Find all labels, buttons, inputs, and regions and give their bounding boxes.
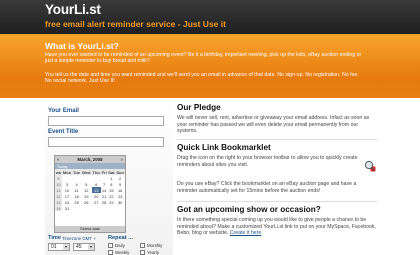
chevron-down-icon: ▾ [88,244,94,250]
intro-title: What is YourLi.st? [45,41,119,51]
repeat-weekly-label: Weekly [115,250,130,255]
hour-value: 01 [51,244,57,250]
intro-paragraph-1: Have you ever wanted to be reminded of a… [45,52,362,65]
calendar-weekday-4: Thu [91,169,101,175]
calendar-day [92,205,101,211]
repeat-daily-label: Daily [115,243,125,248]
calendar-day [72,205,81,211]
repeat-monthly-checkbox[interactable] [140,243,145,248]
calendar-grid: wk Mon Tue Wed Thu Fri Sat Sun 9 1 2 10 3 4 5 6 7 8 9 11 10… [55,169,125,211]
calendar-weekday-5: Fri [100,169,108,175]
calendar-weekday-0: wk [55,169,62,175]
intro-paragraph-2: You tell us the date and time you want r… [45,72,359,85]
calendar-header: « March, 2008 » [55,156,125,163]
repeat-yearly-label: Yearly [147,250,160,255]
bookmarklet-heading: Quick Link Bookmarklet [177,143,271,152]
calendar-week-number: 12 [55,193,62,199]
bookmarklet-text-1: Drag the icon on the right to your brows… [177,155,358,168]
calendar-weekday-7: Sun [115,169,125,175]
calendar-day [81,205,92,211]
calendar-week-number: 14 [55,205,62,211]
calendar-week-number: 13 [55,199,62,205]
section-divider [177,139,377,140]
site-logo[interactable]: YourLi.st [45,2,101,17]
repeat-daily-checkbox[interactable] [108,243,113,248]
minute-select[interactable]: 45 ▾ [73,243,95,251]
email-field[interactable] [48,116,164,126]
calendar-day [107,205,115,211]
calendar-prev-button[interactable]: « [57,157,59,162]
chevron-down-icon: ▾ [63,244,69,250]
calendar-weekday-3: Wed [80,169,92,175]
section-divider [177,201,377,202]
show-text: In there something special coming up you… [177,217,377,237]
show-heading: Got an upcoming show or occasion? [177,205,321,214]
calendar-weekday-6: Sat [107,169,116,175]
time-label: Time [48,235,61,241]
calendar-footer: Select date [55,226,125,232]
date-picker-calendar[interactable]: « March, 2008 » Today wk Mon Tue Wed Thu Fri S… [54,155,126,233]
calendar-day [115,205,125,211]
calendar-day[interactable]: 31 [62,205,72,211]
repeat-monthly-label: Monthly [147,243,163,248]
calendar-next-button[interactable]: » [121,157,123,162]
create-it-here-link[interactable]: Create it here [230,230,261,236]
repeat-yearly-checkbox[interactable] [140,250,145,255]
calendar-days: 9 1 2 10 3 4 5 6 7 8 9 11 10 11 12 13 14 15 16 12 17 18 19 20 21… [55,175,125,211]
minute-value: 45 [76,244,82,250]
show-text-body: In there something special coming up you… [177,217,376,237]
calendar-month: March, 2008 [77,157,103,162]
bookmarklet-text-2: Do you use eBay? Click the bookmarklet o… [177,181,357,194]
event-title-label: Event Title [48,129,79,135]
calendar-weekday-1: Mon [61,169,73,175]
event-title-field[interactable] [48,137,164,147]
repeat-label: Repeat ... [108,235,133,241]
calendar-today-button[interactable]: Today [57,164,68,169]
pledge-text: We will never sell, rent, advertise or g… [177,115,370,135]
repeat-weekly-checkbox[interactable] [108,250,113,255]
site-tagline: free email alert reminder service - Just… [45,19,226,29]
hour-select[interactable]: 01 ▾ [48,243,70,251]
bookmarklet-magnifier-icon[interactable] [364,159,376,172]
calendar-week-number: 10 [55,181,62,187]
calendar-week-row: 14 31 [55,205,125,211]
timezone-label: Timezone GMT + [62,236,96,241]
email-label: Your Email [48,108,79,114]
pledge-heading: Our Pledge [177,103,221,112]
calendar-weekday-2: Tue [72,169,81,175]
